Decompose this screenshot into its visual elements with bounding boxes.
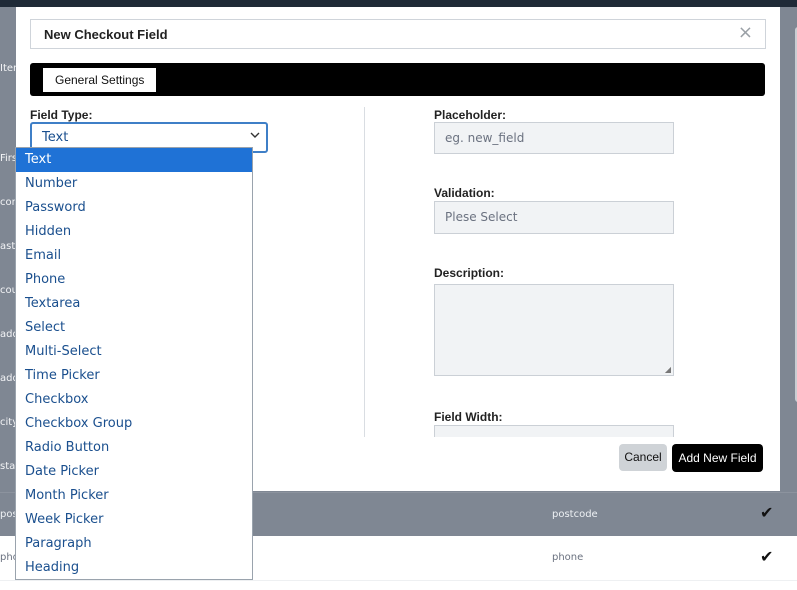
field-width-label: Field Width: [434,410,503,424]
dropdown-option[interactable]: Select [16,316,252,340]
placeholder-input[interactable]: eg. new_field [434,122,674,154]
cancel-button[interactable]: Cancel [619,444,667,471]
dropdown-option[interactable]: Number [16,172,252,196]
modal-title: New Checkout Field [44,27,168,42]
dropdown-option[interactable]: Checkbox Group [16,412,252,436]
close-icon[interactable]: × [738,22,753,43]
description-textarea[interactable]: ◢ [434,284,674,376]
field-type-value: Text [42,130,69,145]
dropdown-option[interactable]: Month Picker [16,484,252,508]
dropdown-option[interactable]: Phone [16,268,252,292]
row-value: postcode [552,509,598,520]
checkmark-icon: ✔ [760,547,774,566]
chevron-down-icon [250,129,260,143]
dropdown-option[interactable]: Password [16,196,252,220]
app-topbar [0,0,797,7]
description-label: Description: [434,266,505,280]
field-type-dropdown: Text Number Password Hidden Email Phone Textar… [15,147,253,580]
validation-select[interactable]: Plese Select [434,201,674,234]
dropdown-option[interactable]: Checkbox [16,388,252,412]
checkmark-icon: ✔ [760,503,774,522]
dropdown-option[interactable]: Heading [16,556,252,579]
tab-general-settings[interactable]: General Settings [43,68,157,92]
dropdown-option[interactable]: Text [16,148,252,172]
dropdown-option[interactable]: Multi-Select [16,340,252,364]
resize-handle-icon[interactable]: ◢ [665,365,671,374]
column-divider [364,107,365,437]
dropdown-option[interactable]: Radio Button [16,436,252,460]
dropdown-option[interactable]: Week Picker [16,508,252,532]
dropdown-option[interactable]: Paragraph [16,532,252,556]
field-type-label: Field Type: [30,108,93,122]
dropdown-option[interactable]: Time Picker [16,364,252,388]
dropdown-option[interactable]: Textarea [16,292,252,316]
tab-bar: General Settings [30,63,765,96]
validation-label: Validation: [434,186,495,200]
validation-value: Plese Select [445,210,518,224]
add-new-field-button[interactable]: Add New Field [672,444,763,472]
dropdown-option[interactable]: Hidden [16,220,252,244]
dropdown-option[interactable]: Email [16,244,252,268]
placeholder-label: Placeholder: [434,108,507,122]
dropdown-option[interactable]: Date Picker [16,460,252,484]
field-width-select[interactable] [434,425,674,437]
row-value: phone [552,552,584,563]
placeholder-text: eg. new_field [445,131,525,145]
modal-header: New Checkout Field × [30,19,766,49]
